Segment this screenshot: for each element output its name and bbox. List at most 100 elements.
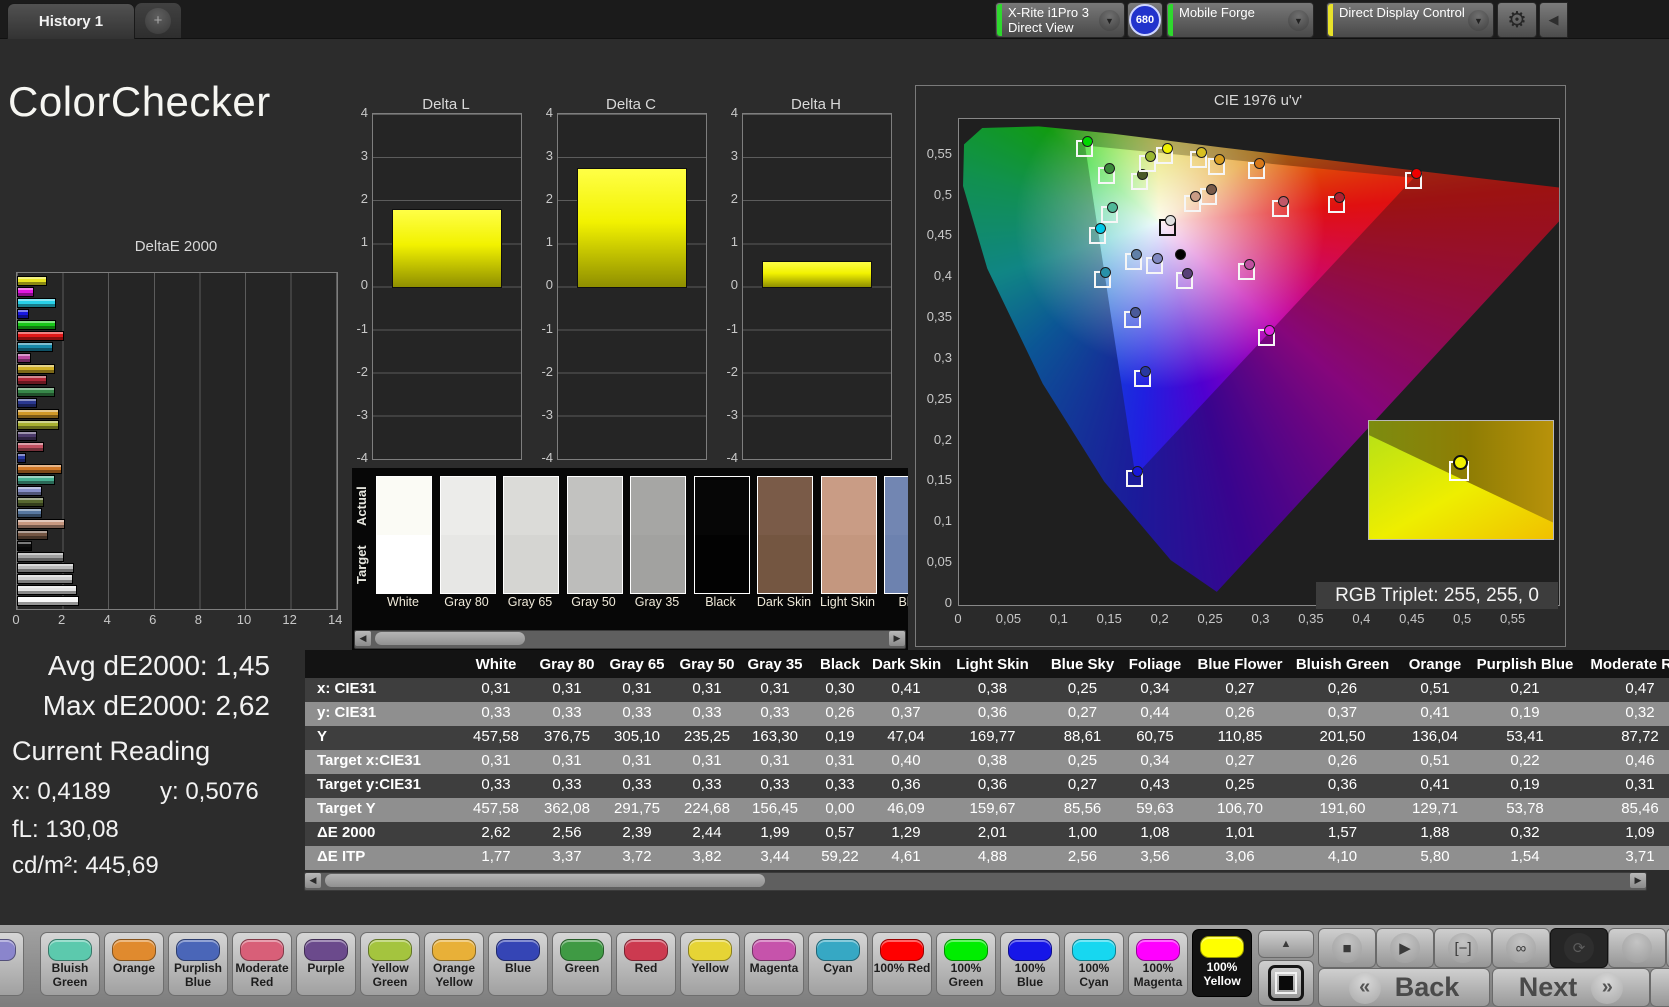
swatch-target-half <box>504 535 558 593</box>
play-button[interactable]: ▶ <box>1376 928 1434 968</box>
swatch-actual-half <box>822 477 876 535</box>
patch-button-label: 100% Magenta <box>1129 961 1187 989</box>
patch-button-moderate-red[interactable]: Moderate Red <box>232 932 292 996</box>
cie-x-tick: 0,5 <box>1444 611 1480 626</box>
deltae-bar-yellow-green <box>17 420 59 430</box>
cell: 1,77 <box>460 848 532 865</box>
blank-button[interactable] <box>1608 928 1666 968</box>
deltae-x-tick: 12 <box>278 612 302 627</box>
cell: 0,26 <box>1290 680 1395 697</box>
patch-color-pill <box>1008 939 1052 961</box>
patch-button-orange-yellow[interactable]: Orange Yellow <box>424 932 484 996</box>
cie-x-tick: 0,3 <box>1243 611 1279 626</box>
cell: 0,37 <box>1290 704 1395 721</box>
patch-button-yellow[interactable]: Yellow <box>680 932 740 996</box>
patch-button-100-blue[interactable]: 100% Blue <box>1000 932 1060 996</box>
scroll-right-arrow[interactable]: ▶ <box>1630 873 1646 888</box>
cell: 1,01 <box>1190 824 1290 841</box>
swatch-actual-half <box>695 477 749 535</box>
tab-history-1[interactable]: History 1 <box>7 3 135 39</box>
deltae-bar-blue-sky <box>17 508 42 518</box>
repeat-button[interactable]: ⟳ <box>1550 928 1608 968</box>
patch-button-er[interactable]: er <box>0 932 24 996</box>
patch-button-cyan[interactable]: Cyan <box>808 932 868 996</box>
cie-measured-dot-100-cyan <box>1095 223 1106 234</box>
source-dropdown[interactable]: Mobile Forge ▼ <box>1166 2 1314 38</box>
patch-button-100-red[interactable]: 100% Red <box>872 932 932 996</box>
patch-strip-scrollbar-track[interactable]: ◀▶ <box>354 630 906 649</box>
meter-dropdown[interactable]: X-Rite i1Pro 3 Direct View ▼ <box>995 2 1125 38</box>
patch-button-100-magenta[interactable]: 100% Magenta <box>1128 932 1188 996</box>
cell: 3,71 <box>1575 848 1669 865</box>
cell: 305,10 <box>602 728 672 745</box>
deltae-bar-magenta <box>17 353 31 363</box>
cie-measured-dot-cyan <box>1100 267 1111 278</box>
patch-button-purple[interactable]: Purple <box>296 932 356 996</box>
deltae-bar-blue <box>17 398 37 408</box>
scroll-thumb[interactable] <box>325 874 765 887</box>
partial-button[interactable] <box>1650 968 1669 1007</box>
patch-button-label: Orange <box>105 961 163 975</box>
patch-button-green[interactable]: Green <box>552 932 612 996</box>
cie-x-tick: 0,4 <box>1343 611 1379 626</box>
patch-button-magenta[interactable]: Magenta <box>744 932 804 996</box>
patch-button-100-yellow[interactable]: 100% Yellow <box>1192 929 1252 997</box>
settings-button[interactable]: ⚙ <box>1497 2 1537 38</box>
deltae-x-tick: 8 <box>186 612 210 627</box>
patch-button-label: Green <box>553 961 611 975</box>
scroll-thumb[interactable] <box>375 632 525 645</box>
scroll-right-arrow[interactable]: ▶ <box>889 631 905 646</box>
workflow-dropdown[interactable]: Direct Display Control ▼ <box>1326 2 1494 38</box>
cell: 362,08 <box>532 800 602 817</box>
delta-chart-title: Delta C <box>557 96 705 113</box>
collapse-panel-button[interactable]: ◀ <box>1539 2 1568 38</box>
patch-button-100-green[interactable]: 100% Green <box>936 932 996 996</box>
delta-y-tick: -3 <box>346 407 368 422</box>
patch-button-100-cyan[interactable]: 100% Cyan <box>1064 932 1124 996</box>
cie-measured-dot-100-yellow <box>1162 143 1173 154</box>
pattern-up-button[interactable]: ▲ <box>1258 930 1314 958</box>
table-scrollbar-track[interactable]: ◀▶ <box>304 872 1647 891</box>
cell: 0,31 <box>672 680 742 697</box>
patch-button-purplish-blue[interactable]: Purplish Blue <box>168 932 228 996</box>
cell: 201,50 <box>1290 728 1395 745</box>
loop-button[interactable]: ∞ <box>1492 928 1550 968</box>
deltae-x-tick: 4 <box>95 612 119 627</box>
stop-button[interactable]: ■ <box>1318 928 1376 968</box>
cell: 191,60 <box>1290 800 1395 817</box>
patch-color-pill <box>0 939 16 961</box>
patch-compare-strip: ActualTargetWhiteGray 80Gray 65Gray 50Gr… <box>352 468 908 652</box>
swatch-white <box>376 476 432 594</box>
patch-button-label: Purplish Blue <box>169 961 227 989</box>
add-tab-button[interactable]: + <box>135 3 181 38</box>
meter-id-badge-button[interactable]: 680 <box>1127 2 1163 38</box>
window-square-icon <box>1279 976 1293 990</box>
patch-button-blue[interactable]: Blue <box>488 932 548 996</box>
pattern-size-button[interactable]: [−] <box>1434 928 1492 968</box>
cell: 0,31 <box>602 752 672 769</box>
next-button[interactable]: Next» <box>1492 968 1650 1007</box>
col-header-moderate-red: Moderate Red <box>1575 656 1669 673</box>
scroll-left-arrow[interactable]: ◀ <box>355 631 371 646</box>
patch-button-yellow-green[interactable]: Yellow Green <box>360 932 420 996</box>
cell: 3,72 <box>602 848 672 865</box>
patch-button-orange[interactable]: Orange <box>104 932 164 996</box>
patch-button-bluish-green[interactable]: Bluish Green <box>40 932 100 996</box>
row-label: Target y:CIE31 <box>305 776 467 793</box>
meter-dropdown-label: X-Rite i1Pro 3 Direct View <box>1008 5 1096 35</box>
cell: 1,54 <box>1475 848 1575 865</box>
delta-y-tick: 1 <box>346 234 368 249</box>
patch-button-red[interactable]: Red <box>616 932 676 996</box>
scroll-left-arrow[interactable]: ◀ <box>305 873 321 888</box>
pattern-window-button[interactable] <box>1258 960 1314 1006</box>
cell: 4,88 <box>940 848 1045 865</box>
deltae-x-tick: 14 <box>323 612 347 627</box>
cie-x-tick: 0,05 <box>990 611 1026 626</box>
patch-button-label: Yellow Green <box>361 961 419 989</box>
cell: 376,75 <box>532 728 602 745</box>
patch-button-label: er <box>0 961 23 975</box>
patch-color-pill <box>176 939 220 961</box>
back-button[interactable]: «Back <box>1318 968 1490 1007</box>
cie-x-tick: 0,2 <box>1142 611 1178 626</box>
cell: 0,33 <box>532 776 602 793</box>
